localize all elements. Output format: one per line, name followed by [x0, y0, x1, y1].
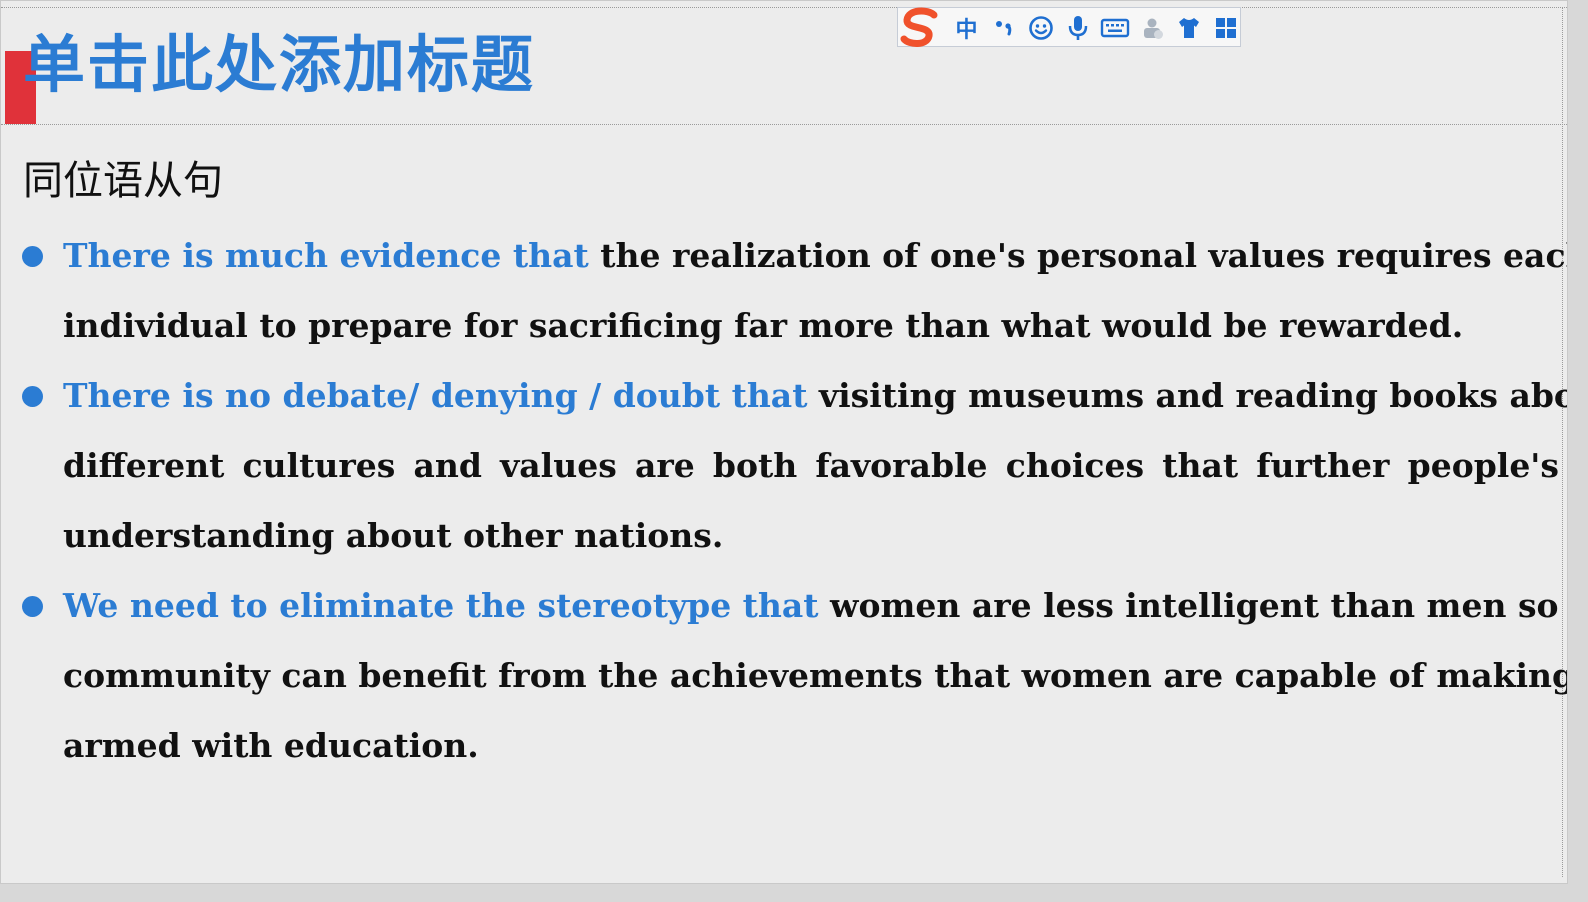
bullet-item[interactable]: We need to eliminate the stereotype that…: [22, 571, 1568, 781]
appositive-lead-phrase: There is much evidence that: [63, 236, 589, 275]
bullet-line: We need to eliminate the stereotype that…: [63, 571, 1567, 641]
bullet-text: the realization of one's personal values…: [600, 236, 1568, 275]
ime-mode-label: 中: [955, 18, 978, 43]
appositive-lead-phrase: We need to eliminate the stereotype that: [63, 586, 819, 625]
bullet-line: community can benefit from the achieveme…: [63, 656, 1568, 695]
bullet-line: There is much evidence that the realizat…: [63, 221, 1567, 291]
bullet-dot-icon: [22, 246, 43, 267]
appositive-lead-phrase: There is no debate/ denying / doubt that: [63, 376, 808, 415]
bullet-item[interactable]: There is no debate/ denying / doubt that…: [22, 361, 1567, 571]
bullet-line: armed with education.: [63, 726, 479, 765]
placeholder-border-top: [1, 7, 1567, 8]
bullet-line: understanding about other nations.: [63, 516, 724, 555]
bullet-text: women are less intelligent than men so t…: [830, 586, 1567, 625]
bullet-line: different cultures and values are both f…: [63, 446, 1559, 485]
placeholder-border-right: [1562, 7, 1563, 877]
bullet-line: individual to prepare for sacrificing fa…: [63, 306, 1464, 345]
slide-title-placeholder[interactable]: 单击此处添加标题: [23, 25, 535, 105]
ime-mode-toggle[interactable]: 中: [948, 10, 985, 46]
bullet-item[interactable]: There is much evidence that the realizat…: [22, 221, 1567, 361]
bullet-dot-icon: [22, 596, 43, 617]
toolbox-icon[interactable]: [1133, 10, 1170, 46]
bullet-line: There is no debate/ denying / doubt that…: [63, 361, 1567, 431]
bullet-text: visiting museums and reading books about: [818, 376, 1568, 415]
slide-canvas: 单击此处添加标题 同位语从句 There is much evidence th…: [0, 0, 1568, 884]
menu-grid-icon[interactable]: [1207, 10, 1244, 46]
ime-toolbar-items: 中: [948, 10, 1244, 46]
microphone-icon[interactable]: [1059, 10, 1096, 46]
ime-toolbar[interactable]: 中: [897, 7, 1241, 47]
keyboard-icon[interactable]: [1096, 10, 1133, 46]
ime-logo-icon[interactable]: [898, 6, 942, 50]
skin-icon[interactable]: [1170, 10, 1207, 46]
bullet-dot-icon: [22, 386, 43, 407]
punctuation-icon[interactable]: [985, 10, 1022, 46]
section-heading[interactable]: 同位语从句: [23, 153, 223, 209]
emoji-icon[interactable]: [1022, 10, 1059, 46]
title-divider: [1, 124, 1567, 125]
